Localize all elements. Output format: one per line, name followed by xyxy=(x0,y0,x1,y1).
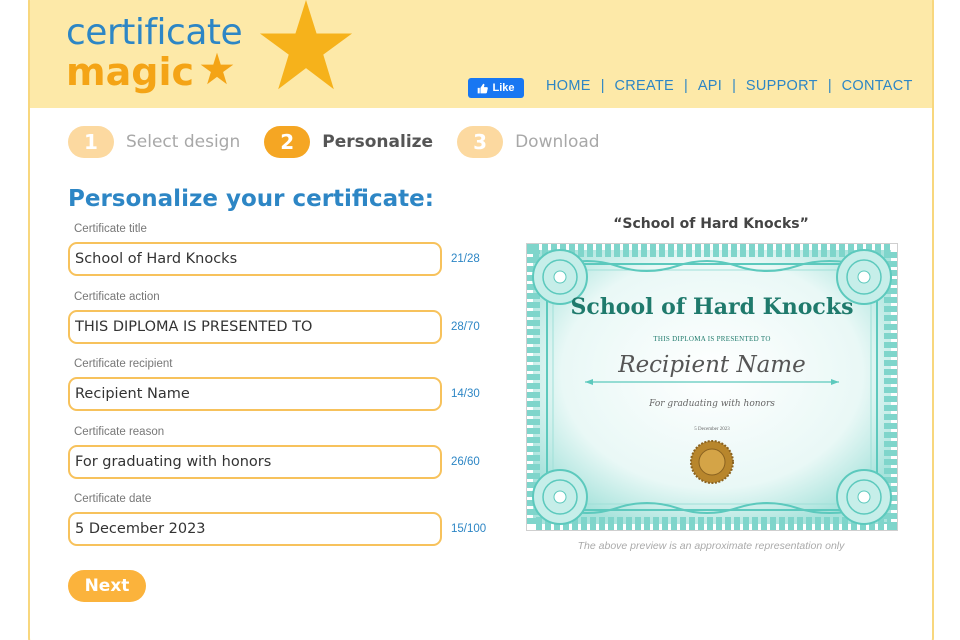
certificate-reason-input[interactable] xyxy=(68,445,442,479)
certificate-action-field: Certificate action 28/70 xyxy=(68,291,488,344)
star-icon xyxy=(259,0,353,90)
nav-separator: | xyxy=(684,78,688,94)
certificate-title-field: Certificate title 21/28 xyxy=(68,223,488,276)
header: certificate magic Like HOME | CREATE | A… xyxy=(30,0,932,108)
preview-title: “School of Hard Knocks” xyxy=(613,216,809,232)
facebook-like-button[interactable]: Like xyxy=(468,78,524,98)
character-count: 14/30 xyxy=(451,388,480,400)
step-number: 2 xyxy=(264,126,311,158)
character-count: 28/70 xyxy=(451,321,480,333)
certificate-date-field: Certificate date 15/100 xyxy=(68,493,488,546)
step-label: Download xyxy=(515,132,600,152)
nav-create[interactable]: CREATE xyxy=(614,78,674,94)
step-number: 3 xyxy=(457,126,504,158)
certificate-preview: School of Hard Knocks THIS DIPLOMA IS PR… xyxy=(526,243,898,531)
certificate-date-text: 5 December 2023 xyxy=(694,427,730,432)
certificate-title-input[interactable] xyxy=(68,242,442,276)
step-number: 1 xyxy=(68,126,114,158)
character-count: 21/28 xyxy=(451,253,480,265)
step-select-design[interactable]: 1 Select design xyxy=(68,126,240,158)
logo-text-magic: magic xyxy=(66,50,194,94)
certificate-recipient-input[interactable] xyxy=(68,377,442,411)
nav-api[interactable]: API xyxy=(698,78,722,94)
field-label: Certificate reason xyxy=(74,426,165,438)
character-count: 15/100 xyxy=(451,523,487,535)
logo-text-certificate: certificate xyxy=(66,12,243,53)
main-nav: HOME | CREATE | API | SUPPORT | CONTACT xyxy=(546,78,913,94)
field-label: Certificate recipient xyxy=(74,358,173,370)
field-label: Certificate date xyxy=(74,493,152,505)
like-label: Like xyxy=(492,82,515,94)
certificate-border-art xyxy=(527,244,897,530)
page-frame: certificate magic Like HOME | CREATE | A… xyxy=(28,0,934,640)
nav-support[interactable]: SUPPORT xyxy=(746,78,818,94)
certificate-reason-text: For graduating with honors xyxy=(649,399,775,409)
certificate-title-text: School of Hard Knocks xyxy=(570,294,854,320)
step-label: Personalize xyxy=(322,132,434,152)
certificate-date-input[interactable] xyxy=(68,512,442,546)
next-button[interactable]: Next xyxy=(68,570,146,602)
nav-separator: | xyxy=(732,78,736,94)
field-label: Certificate title xyxy=(74,223,147,235)
certificate-reason-field: Certificate reason 26/60 xyxy=(68,426,488,479)
step-personalize: 2 Personalize xyxy=(264,126,433,158)
nav-contact[interactable]: CONTACT xyxy=(842,78,913,94)
thumbs-up-icon xyxy=(478,83,489,93)
nav-separator: | xyxy=(827,78,832,94)
nav-separator: | xyxy=(600,78,605,94)
field-label: Certificate action xyxy=(74,291,160,303)
nav-home[interactable]: HOME xyxy=(546,78,591,94)
page-title: Personalize your certificate: xyxy=(68,186,434,212)
step-download: 3 Download xyxy=(457,126,600,158)
certificate-action-input[interactable] xyxy=(68,310,442,344)
progress-steps: 1 Select design 2 Personalize 3 Download xyxy=(68,126,624,158)
certificate-action-text: THIS DIPLOMA IS PRESENTED TO xyxy=(653,335,771,343)
step-label: Select design xyxy=(126,132,241,152)
star-icon xyxy=(200,52,234,85)
certificate-recipient-text: Recipient Name xyxy=(618,352,806,378)
preview-disclaimer: The above preview is an approximate repr… xyxy=(577,540,845,552)
certificate-recipient-field: Certificate recipient 14/30 xyxy=(68,358,488,411)
character-count: 26/60 xyxy=(451,456,480,468)
